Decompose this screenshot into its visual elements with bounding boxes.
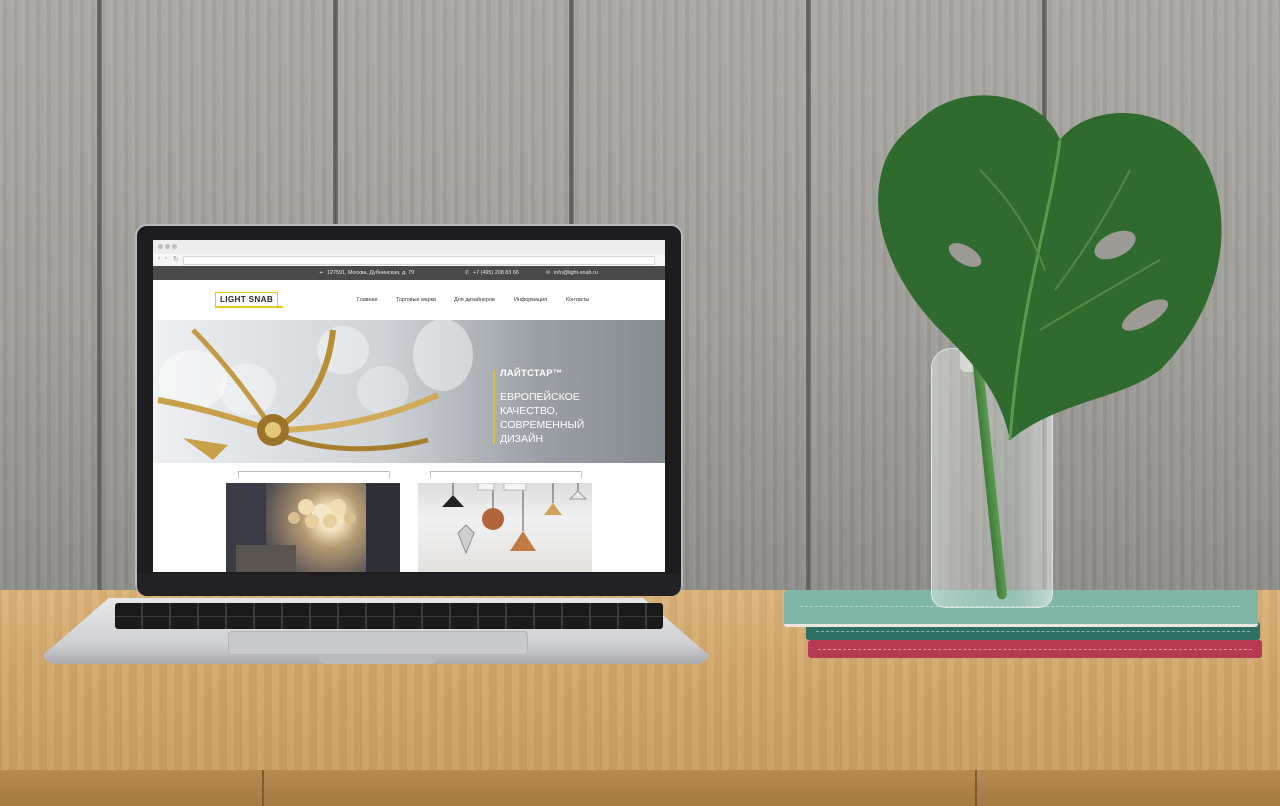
notebook-stitch — [818, 649, 1252, 651]
nav-info[interactable]: Информация — [514, 297, 547, 303]
browser-close-dot[interactable] — [158, 244, 163, 249]
topbar-email[interactable]: ✉ info@light-snab.ru — [545, 270, 598, 276]
laptop-notch — [318, 656, 438, 664]
forward-icon[interactable]: › — [165, 255, 167, 262]
hero-banner[interactable]: ЛАЙТСТАР™ ЕВРОПЕЙСКОЕ КАЧЕСТВО, СОВРЕМЕН… — [153, 320, 665, 463]
category-card-pendants[interactable] — [418, 483, 592, 572]
desk-seam — [262, 770, 264, 806]
hero-subtitle: ЕВРОПЕЙСКОЕ КАЧЕСТВО, СОВРЕМЕННЫЙ ДИЗАЙН — [500, 391, 585, 445]
desk-edge — [0, 770, 1280, 806]
card-bracket — [238, 471, 390, 478]
browser-minimize-dot[interactable] — [165, 244, 170, 249]
topbar-address: ⌖ 127591, Москва, Дубнинская, д. 79 — [318, 270, 414, 277]
address-bar[interactable] — [183, 256, 655, 265]
logo-accent-line — [215, 306, 283, 308]
nav-home[interactable]: Главная — [357, 297, 378, 303]
wall-plank-gap — [97, 0, 102, 600]
desk-seam — [975, 770, 977, 806]
laptop-screen: ‹ › ↻ ⌖ 127591, Москва, Дубнинская, д. 79… — [153, 240, 665, 572]
phone-text: +7 (495) 208 83 66 — [473, 270, 519, 276]
nav-designers[interactable]: Для дизайнеров — [454, 297, 495, 303]
laptop-bezel — [137, 574, 681, 596]
pendant-lamps-image — [442, 483, 588, 555]
browser-title-bar — [153, 240, 665, 255]
notebook-stitch — [816, 631, 1250, 633]
hero-accent-bar — [493, 370, 495, 444]
card-bracket — [430, 471, 582, 478]
mail-icon: ✉ — [545, 270, 551, 276]
laptop-trackpad[interactable] — [228, 631, 528, 655]
phone-icon: ✆ — [464, 270, 470, 276]
hero-title: ЛАЙТСТАР™ — [500, 368, 563, 379]
reload-icon[interactable]: ↻ — [173, 255, 179, 263]
address-text: 127591, Москва, Дубнинская, д. 79 — [327, 270, 415, 276]
wall-plank-gap — [806, 0, 811, 600]
location-pin-icon: ⌖ — [319, 270, 323, 276]
email-text: info@light-snab.ru — [554, 270, 598, 276]
monstera-leaf-image — [878, 95, 1222, 440]
keyboard-row — [115, 616, 663, 617]
topbar-phone[interactable]: ✆ +7 (495) 208 83 66 — [464, 270, 519, 276]
site-logo[interactable]: LIGHT SNAB — [215, 292, 279, 307]
crystal-chandelier-image — [226, 483, 400, 572]
nav-contacts[interactable]: Контакты — [566, 297, 589, 303]
nav-brands[interactable]: Торговые марки — [396, 297, 436, 303]
back-icon[interactable]: ‹ — [158, 255, 160, 262]
chandelier-image — [157, 320, 473, 460]
category-card-chandeliers[interactable] — [226, 483, 400, 572]
contact-topbar: ⌖ 127591, Москва, Дубнинская, д. 79 ✆ +7 (… — [153, 266, 665, 280]
browser-maximize-dot[interactable] — [172, 244, 177, 249]
